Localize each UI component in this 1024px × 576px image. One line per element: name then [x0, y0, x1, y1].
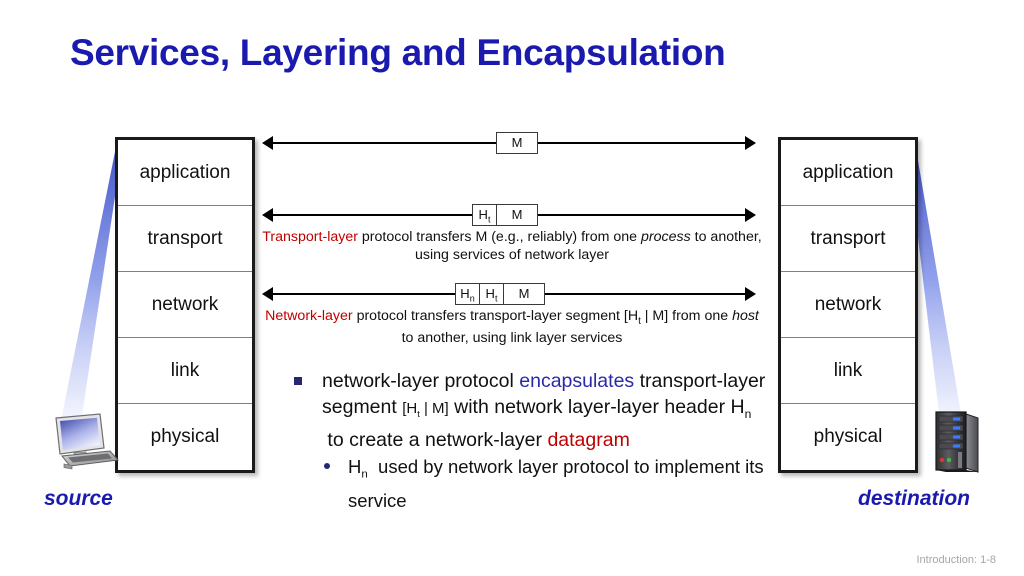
arrow-head-right-icon	[745, 287, 756, 301]
transport-layer-caption: Transport-layer protocol transfers M (e.…	[262, 229, 762, 263]
network-layer-caption: Network-layer protocol transfers transpo…	[265, 308, 759, 347]
source-light-cone	[54, 137, 124, 455]
arrow-line-right	[538, 214, 746, 216]
arrow-line-left	[272, 214, 472, 216]
arrow-head-right-icon	[745, 208, 756, 222]
slide-footer: Introduction: 1-8	[916, 554, 997, 566]
pdu-cell-ht: Ht	[480, 284, 504, 304]
pdu-cell-m: M	[497, 205, 537, 225]
destination-label: destination	[858, 487, 971, 510]
stack-layer-link[interactable]: link	[118, 338, 252, 404]
page-title: Services, Layering and Encapsulation	[70, 32, 726, 73]
pdu-cell-ht: Ht	[473, 205, 497, 225]
destination-protocol-stack: application transport network link physi…	[778, 137, 918, 473]
arrow-head-right-icon	[745, 136, 756, 150]
application-layer-arrow-row: M	[262, 132, 756, 154]
stack-layer-transport[interactable]: transport	[781, 206, 915, 272]
bullet-text: Hn used by network layer protocol to imp…	[348, 456, 764, 511]
source-label: source	[44, 487, 113, 510]
pdu-segment: Ht M	[472, 204, 538, 226]
transport-layer-arrow-row: Ht M	[262, 204, 756, 226]
pdu-cell-hn: Hn	[456, 284, 480, 304]
stack-layer-application[interactable]: application	[781, 140, 915, 206]
stack-layer-application[interactable]: application	[118, 140, 252, 206]
stack-layer-link[interactable]: link	[781, 338, 915, 404]
stack-layer-network[interactable]: network	[781, 272, 915, 338]
arrow-line-right	[538, 142, 746, 144]
bullet-item-header-usage: Hn used by network layer protocol to imp…	[290, 454, 770, 513]
stack-layer-physical[interactable]: physical	[118, 404, 252, 470]
pdu-datagram: Hn Ht M	[455, 283, 545, 305]
stack-layer-network[interactable]: network	[118, 272, 252, 338]
square-bullet-icon	[294, 377, 302, 385]
arrow-line-left	[272, 293, 455, 295]
desktop-computer-icon	[55, 413, 120, 470]
stack-layer-transport[interactable]: transport	[118, 206, 252, 272]
network-layer-arrow-row: Hn Ht M	[262, 283, 756, 305]
bullet-text: network-layer protocol encapsulates tran…	[322, 370, 766, 451]
pdu-message: M	[496, 132, 538, 154]
arrow-line-right	[545, 293, 746, 295]
pdu-cell-m: M	[497, 133, 537, 153]
bullet-list: network-layer protocol encapsulates tran…	[290, 368, 770, 513]
stack-layer-physical[interactable]: physical	[781, 404, 915, 470]
pdu-cell-m: M	[504, 284, 544, 304]
arrow-line-left	[272, 142, 496, 144]
round-bullet-icon	[324, 463, 330, 469]
source-protocol-stack: application transport network link physi…	[115, 137, 255, 473]
server-tower-icon	[935, 411, 979, 473]
bullet-item-encapsulation: network-layer protocol encapsulates tran…	[290, 368, 770, 453]
